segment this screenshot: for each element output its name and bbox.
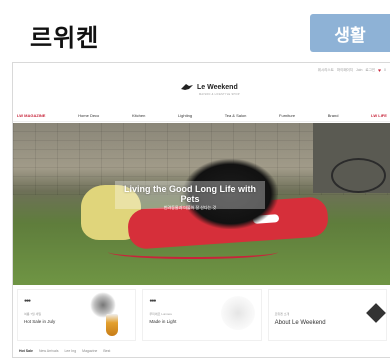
nav-item-magazine[interactable]: LW MAGAZINE [17,113,45,118]
card-kicker: 여름 7월 세일 [24,312,42,316]
brand-title: 르위켄 [30,24,100,52]
card-kicker: 르위켄 소개 [274,312,290,316]
tab-magazine[interactable]: Magazine [82,349,97,357]
product-tabs: Hot Sale New Arrivals Lee Ing Magazine B… [13,349,390,357]
nav-item-tea-salon[interactable]: Tea & Salon [225,113,247,118]
hero-banner[interactable]: Living the Good Long Life with Pets 반려동물… [13,123,390,285]
cart-count: 0 [384,68,386,72]
nav-item-brand[interactable]: Brand [328,113,339,118]
promo-cards: ●●● 여름 7월 세일 Hot Sale in July ●●● 루미에르 L… [13,289,390,341]
util-mypage[interactable]: 마이페이지 [337,68,353,74]
util-wishlist[interactable]: 위시리스트 [318,68,334,74]
card-dots: ●●● [149,298,156,304]
diamond-logo-icon [365,303,386,323]
card-kicker: 루미에르 Lumiere [149,312,173,316]
hero-title-box: Living the Good Long Life with Pets 반려동물… [115,181,265,210]
category-badge[interactable]: 생활 [310,14,390,52]
promo-card-made-in-light[interactable]: ●●● 루미에르 Lumiere Made in Light [142,289,262,341]
bicycle-wheel [331,158,386,193]
nav-item-lw-life[interactable]: LW LIFE [371,113,387,118]
nav-item-lighting[interactable]: Lighting [178,113,192,118]
tab-lee-ing[interactable]: Lee Ing [64,349,76,357]
promo-card-hot-sale[interactable]: ●●● 여름 7월 세일 Hot Sale in July [17,289,137,341]
promo-card-about[interactable]: 르위켄 소개 About Le Weekend [267,289,387,341]
util-join[interactable]: Join [356,68,362,74]
main-nav: LW MAGAZINE Home Deco Kitchen Lighting T… [13,110,390,122]
logo-subtitle: MAISON & LIFESTYLE SHOP [199,93,240,96]
hero-title: Living the Good Long Life with Pets [124,184,256,204]
card-title: Made in Light [149,319,177,324]
card-dots: ●●● [24,298,31,304]
heart-icon[interactable]: ♥ [378,68,381,74]
tab-best[interactable]: Best [103,349,110,357]
card-title: About Le Weekend [274,320,326,326]
tab-new-arrivals[interactable]: New Arrivals [39,349,58,357]
card-title: Hot Sale in July [24,319,56,324]
tab-hot-sale[interactable]: Hot Sale [19,349,33,357]
utility-links: 위시리스트 마이페이지 Join 로그인 ♥ 0 [318,68,386,74]
website-screenshot: 위시리스트 마이페이지 Join 로그인 ♥ 0 Le Weekend MAIS… [12,62,390,358]
red-leash [108,245,278,259]
util-login[interactable]: 로그인 [365,68,375,74]
logo-text: Le Weekend [197,83,238,91]
article-header: 르위켄 생활 [0,0,390,60]
bird-logo-icon [181,84,193,90]
nav-item-home-deco[interactable]: Home Deco [78,113,99,118]
nav-item-kitchen[interactable]: Kitchen [132,113,145,118]
nav-item-furniture[interactable]: Furniture [279,113,295,118]
hero-subtitle: 반려동물과 더불어 잘 산다는 것 [163,205,217,210]
beer-glass-image [106,314,118,336]
chandelier-image [221,296,256,330]
site-logo[interactable]: Le Weekend [181,83,238,91]
